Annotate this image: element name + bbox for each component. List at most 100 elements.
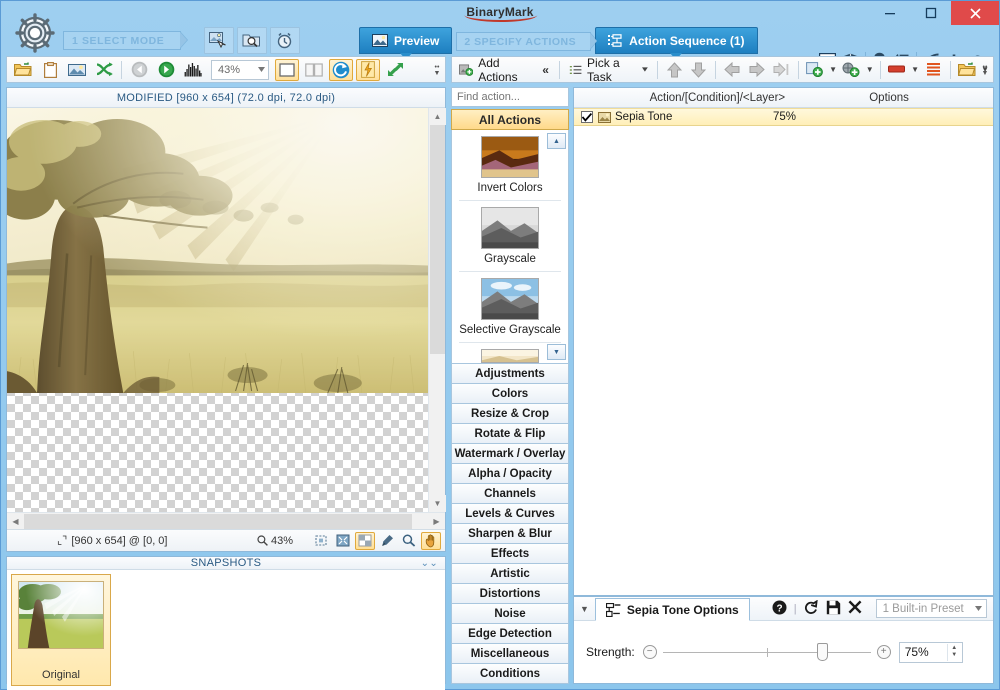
open-file-icon[interactable] <box>11 59 35 81</box>
open-sequence-icon[interactable] <box>957 59 978 81</box>
category-noise[interactable]: Noise <box>451 604 569 624</box>
increase-strength-button[interactable]: + <box>876 645 891 659</box>
category-conditions[interactable]: Conditions <box>451 664 569 684</box>
preset-select[interactable]: 1 Built-in Preset <box>875 599 987 618</box>
slider-track[interactable] <box>662 642 871 661</box>
histogram-icon[interactable] <box>181 59 205 81</box>
settings-gear-icon[interactable] <box>11 9 59 57</box>
options-collapse-icon[interactable]: ▼ <box>580 604 589 614</box>
shuffle-icon[interactable] <box>92 59 116 81</box>
add-group-icon[interactable] <box>841 59 862 81</box>
canvas-vertical-scrollbar[interactable]: ▲ ▼ <box>428 108 446 512</box>
decrease-strength-button[interactable]: − <box>642 645 657 659</box>
horizontal-scroll-track[interactable] <box>24 513 428 529</box>
category-sharpen-blur[interactable]: Sharpen & Blur <box>451 524 569 544</box>
reset-icon[interactable] <box>804 599 819 618</box>
category-effects[interactable]: Effects <box>451 544 569 564</box>
remove-icon[interactable] <box>886 59 907 81</box>
batch-folder-mode-icon[interactable] <box>236 27 267 54</box>
move-left-icon[interactable] <box>722 59 743 81</box>
category-distortions[interactable]: Distortions <box>451 584 569 604</box>
spinner-up-icon[interactable]: ▲ <box>951 645 957 652</box>
action-thumb-grayscale[interactable]: Grayscale <box>452 207 568 271</box>
collapse-actions-button[interactable]: « <box>538 63 553 77</box>
transparency-icon[interactable] <box>355 531 375 550</box>
list-icon[interactable] <box>923 59 944 81</box>
toolbar-overflow-button[interactable]: •• ▼ <box>431 59 443 82</box>
action-thumb-selective-grayscale[interactable]: Selective Grayscale <box>452 278 568 342</box>
image-canvas[interactable] <box>7 108 428 512</box>
fit-icon[interactable] <box>383 59 407 81</box>
pick-a-task-button[interactable]: Pick a Task <box>566 56 651 84</box>
category-edge-detection[interactable]: Edge Detection <box>451 624 569 644</box>
split-view-icon[interactable] <box>302 59 326 81</box>
scroll-right-button[interactable]: ▶ <box>428 513 445 530</box>
options-tab[interactable]: Sepia Tone Options <box>594 598 750 621</box>
redo-forward-icon[interactable] <box>154 59 178 81</box>
canvas-horizontal-scrollbar[interactable]: ◀ ▶ <box>7 512 445 530</box>
scroll-down-button[interactable]: ▼ <box>429 495 446 512</box>
category-adjustments[interactable]: Adjustments <box>451 364 569 384</box>
strength-value-input[interactable]: 75% ▲ ▼ <box>898 641 963 663</box>
zoom-tool-icon[interactable] <box>399 532 419 550</box>
save-preset-icon[interactable] <box>826 600 841 618</box>
add-group-dropdown-icon[interactable]: ▼ <box>866 65 874 74</box>
minimize-button[interactable] <box>869 1 910 25</box>
scroll-left-button[interactable]: ◀ <box>7 513 24 530</box>
category-resize-crop[interactable]: Resize & Crop <box>451 404 569 424</box>
refresh-icon[interactable] <box>329 58 353 81</box>
add-action-icon[interactable] <box>805 59 826 81</box>
spinner-down-icon[interactable]: ▼ <box>951 652 957 659</box>
tab-action-sequence[interactable]: Action Sequence (1) <box>595 27 758 60</box>
snapshots-expand-icon[interactable]: ⌄⌄ <box>421 558 438 569</box>
vertical-scroll-track[interactable] <box>429 125 445 495</box>
category-miscellaneous[interactable]: Miscellaneous <box>451 644 569 664</box>
category-artistic[interactable]: Artistic <box>451 564 569 584</box>
zoom-combo[interactable]: 43% <box>211 59 269 80</box>
category-rotate-flip[interactable]: Rotate & Flip <box>451 424 569 444</box>
pan-tool-icon[interactable] <box>421 531 441 550</box>
single-image-mode-icon[interactable] <box>203 27 234 54</box>
category-watermark-overlay[interactable]: Watermark / Overlay <box>451 444 569 464</box>
add-action-dropdown-icon[interactable]: ▼ <box>829 65 837 74</box>
action-sequence-list[interactable]: Action/[Condition]/<Layer> Options Sepia… <box>573 87 994 596</box>
actual-size-icon[interactable] <box>333 532 353 550</box>
add-actions-button[interactable]: Add Actions <box>456 56 534 84</box>
fit-to-window-icon[interactable] <box>311 532 331 550</box>
slider-thumb[interactable] <box>816 642 828 661</box>
table-row[interactable]: Sepia Tone 75% <box>574 108 993 126</box>
undo-back-icon[interactable] <box>127 59 151 81</box>
tab-preview[interactable]: Preview <box>359 27 453 60</box>
maximize-button[interactable] <box>910 1 951 25</box>
vertical-scroll-thumb[interactable] <box>430 125 445 355</box>
move-up-icon[interactable] <box>664 59 685 81</box>
paste-clipboard-icon[interactable] <box>38 59 62 81</box>
category-levels-curves[interactable]: Levels & Curves <box>451 504 569 524</box>
move-down-icon[interactable] <box>688 59 709 81</box>
single-view-icon[interactable] <box>275 58 299 81</box>
thumbnail-scroll-down-button[interactable]: ▼ <box>547 344 566 360</box>
category-channels[interactable]: Channels <box>451 484 569 504</box>
remove-dropdown-icon[interactable]: ▼ <box>911 65 919 74</box>
strength-slider[interactable]: − + <box>642 642 891 661</box>
action-toolbar-overflow-button[interactable]: •• ▼ <box>979 59 991 82</box>
row-enabled-checkbox[interactable] <box>581 111 593 123</box>
find-action-row[interactable] <box>451 87 617 107</box>
eyedropper-icon[interactable] <box>377 532 397 550</box>
strength-spinner[interactable]: ▲ ▼ <box>946 643 961 661</box>
scheduled-mode-icon[interactable] <box>269 27 300 54</box>
snapshot-item[interactable]: Original <box>11 574 111 686</box>
save-image-icon[interactable] <box>65 59 89 81</box>
help-icon[interactable]: ? <box>772 600 787 618</box>
auto-apply-icon[interactable] <box>356 58 380 81</box>
category-alpha-opacity[interactable]: Alpha / Opacity <box>451 464 569 484</box>
move-right-icon[interactable] <box>746 59 767 81</box>
move-end-icon[interactable] <box>771 59 792 81</box>
horizontal-scroll-thumb[interactable] <box>24 514 412 529</box>
action-thumbnail-list[interactable]: ▲ Invert Colors Grayscale Selective Gray… <box>451 130 569 364</box>
close-button[interactable] <box>951 1 999 25</box>
category-colors[interactable]: Colors <box>451 384 569 404</box>
all-actions-tab[interactable]: All Actions <box>451 109 569 130</box>
thumbnail-scroll-up-button[interactable]: ▲ <box>547 133 566 149</box>
delete-preset-icon[interactable] <box>848 600 862 617</box>
